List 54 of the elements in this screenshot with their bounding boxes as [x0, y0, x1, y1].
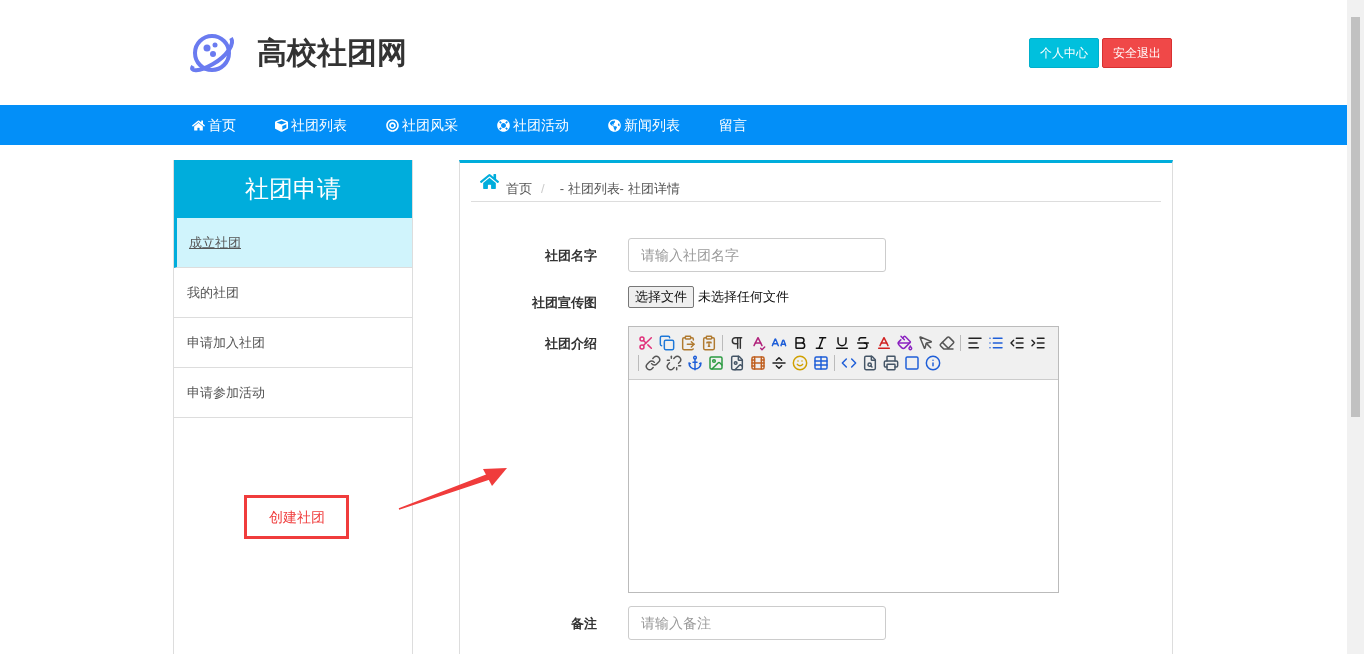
header-button[interactable]: 安全退出: [1102, 37, 1172, 68]
select-icon[interactable]: [917, 334, 934, 351]
nav-link[interactable]: 留言: [719, 114, 747, 136]
site-title: 高校社团网: [257, 35, 407, 71]
fullscreen-icon[interactable]: [903, 354, 920, 371]
anchor-icon[interactable]: [686, 354, 703, 371]
scrollbar-thumb[interactable]: [1351, 17, 1360, 417]
sidebar-title: 社团申请: [174, 160, 412, 218]
media-icon[interactable]: [749, 354, 766, 371]
nav-link[interactable]: 首页: [192, 114, 236, 136]
annotation-box: 创建社团: [244, 495, 349, 539]
info-icon[interactable]: [924, 354, 941, 371]
copy-icon[interactable]: [658, 334, 675, 351]
lifebuoy-icon: [497, 118, 510, 132]
nav-link[interactable]: 新闻列表: [608, 114, 680, 136]
field-label: 备注: [570, 614, 598, 633]
text-field[interactable]: 请输入社团名字: [628, 238, 886, 272]
paste-icon[interactable]: [679, 334, 696, 351]
table-icon[interactable]: [812, 354, 829, 371]
underline-icon[interactable]: [833, 334, 850, 351]
choose-file-button[interactable]: 选择文件: [628, 286, 694, 308]
home-icon: [480, 172, 499, 191]
sidebar-item[interactable]: 申请参加活动: [174, 368, 412, 418]
header-button[interactable]: 个人中心: [1029, 37, 1099, 68]
field-label: 社团名字: [544, 247, 598, 265]
cube-icon: [275, 118, 288, 132]
paste-text-icon[interactable]: [700, 334, 717, 351]
field-label: 社团宣传图: [531, 294, 598, 312]
target-icon: [386, 118, 399, 132]
highlight-icon[interactable]: [896, 334, 913, 351]
horizontal-rule-icon[interactable]: [770, 354, 787, 371]
file-status: 未选择任何文件: [698, 288, 789, 307]
text-color-icon[interactable]: [875, 334, 892, 351]
breadcrumb-separator: /: [541, 179, 545, 198]
home-icon: [192, 118, 205, 132]
field-label: 社团介绍: [544, 334, 598, 353]
nav-link[interactable]: 社团风采: [386, 114, 458, 136]
sidebar-item[interactable]: 我的社团: [174, 268, 412, 318]
preview-icon[interactable]: [861, 354, 878, 371]
nav-link[interactable]: 社团活动: [497, 114, 569, 136]
breadcrumb-link[interactable]: 首页: [506, 178, 532, 198]
globe-icon: [608, 118, 621, 132]
print-icon[interactable]: [882, 354, 899, 371]
sidebar-item[interactable]: 成立社团: [174, 218, 412, 268]
text-field[interactable]: 请输入备注: [628, 605, 886, 640]
breadcrumb-current: - 社团列表- 社团详情: [559, 179, 680, 198]
nav-link[interactable]: 社团列表: [275, 114, 347, 136]
sidebar-item[interactable]: 申请加入社团: [174, 318, 412, 368]
unlink-icon[interactable]: [665, 354, 682, 371]
scrollbar[interactable]: [1347, 0, 1364, 654]
link-icon[interactable]: [644, 354, 661, 371]
cut-icon[interactable]: [637, 334, 654, 351]
eraser-icon[interactable]: [938, 334, 955, 351]
strikethrough-icon[interactable]: [854, 334, 871, 351]
